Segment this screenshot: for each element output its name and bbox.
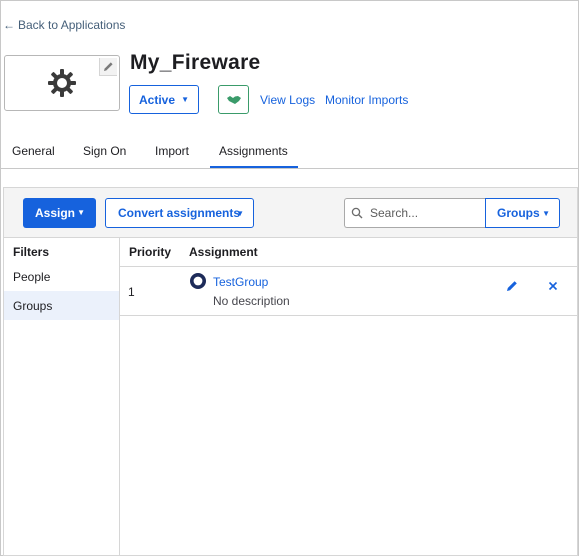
assign-button[interactable]: Assign ▼ bbox=[23, 198, 96, 228]
assignment-type-dropdown[interactable]: Groups ▼ bbox=[485, 198, 560, 228]
tab-general[interactable]: General bbox=[12, 144, 55, 158]
assignments-panel: Assign ▼ Convert assignments ▼ Groups ▼ … bbox=[3, 187, 578, 556]
assignments-toolbar: Assign ▼ Convert assignments ▼ Groups ▼ bbox=[4, 188, 577, 238]
row-priority: 1 bbox=[128, 285, 135, 299]
caret-down-icon: ▼ bbox=[181, 95, 189, 104]
caret-down-icon: ▼ bbox=[236, 209, 244, 218]
table-header: Priority Assignment bbox=[120, 238, 577, 267]
tab-sign-on[interactable]: Sign On bbox=[83, 144, 126, 158]
back-to-applications-link[interactable]: ← Back to Applications bbox=[3, 18, 125, 32]
assignments-table: Priority Assignment 1 TestGroup No descr… bbox=[120, 238, 577, 555]
filters-sidebar: Filters People Groups bbox=[4, 238, 120, 555]
view-logs-link[interactable]: View Logs bbox=[260, 93, 315, 107]
tab-assignments[interactable]: Assignments bbox=[219, 144, 288, 158]
pencil-icon[interactable] bbox=[505, 279, 519, 293]
search-icon bbox=[351, 207, 363, 219]
push-groups-button[interactable] bbox=[218, 85, 249, 114]
filter-label: Groups bbox=[13, 298, 53, 313]
convert-assignments-button[interactable]: Convert assignments ▼ bbox=[105, 198, 254, 228]
back-link-label: Back to Applications bbox=[18, 18, 126, 32]
column-priority: Priority bbox=[129, 245, 172, 259]
group-icon bbox=[190, 273, 206, 289]
active-tab-indicator bbox=[210, 166, 298, 168]
arrow-left-icon: ← bbox=[3, 18, 15, 32]
assign-label: Assign bbox=[35, 206, 76, 220]
filters-heading: Filters bbox=[13, 245, 50, 259]
group-name-link[interactable]: TestGroup bbox=[213, 275, 268, 289]
app-page: ← Back to Applications My_Fireware Activ… bbox=[0, 0, 579, 556]
column-assignment: Assignment bbox=[189, 245, 258, 259]
assignment-type-label: Groups bbox=[497, 206, 540, 220]
status-label: Active bbox=[139, 92, 176, 107]
tab-import[interactable]: Import bbox=[155, 144, 189, 158]
search-field[interactable] bbox=[344, 198, 485, 228]
monitor-imports-link[interactable]: Monitor Imports bbox=[325, 93, 408, 107]
gear-icon bbox=[48, 69, 76, 97]
caret-down-icon: ▼ bbox=[77, 208, 85, 217]
pencil-icon bbox=[104, 62, 113, 71]
handshake-icon bbox=[226, 95, 241, 104]
tab-bar: General Sign On Import Assignments bbox=[1, 137, 579, 169]
filter-groups[interactable]: Groups bbox=[4, 291, 119, 320]
close-icon[interactable] bbox=[546, 279, 560, 293]
search-input[interactable] bbox=[370, 206, 470, 220]
filter-people[interactable]: People bbox=[4, 262, 119, 291]
status-dropdown[interactable]: Active ▼ bbox=[129, 85, 199, 114]
table-row: 1 TestGroup No description bbox=[120, 267, 577, 316]
app-title: My_Fireware bbox=[130, 51, 261, 74]
caret-down-icon: ▼ bbox=[542, 209, 550, 218]
filter-label: People bbox=[13, 269, 51, 284]
group-description: No description bbox=[213, 294, 290, 308]
app-logo bbox=[4, 55, 120, 111]
convert-label: Convert assignments bbox=[118, 206, 241, 220]
edit-logo-button[interactable] bbox=[99, 58, 117, 76]
